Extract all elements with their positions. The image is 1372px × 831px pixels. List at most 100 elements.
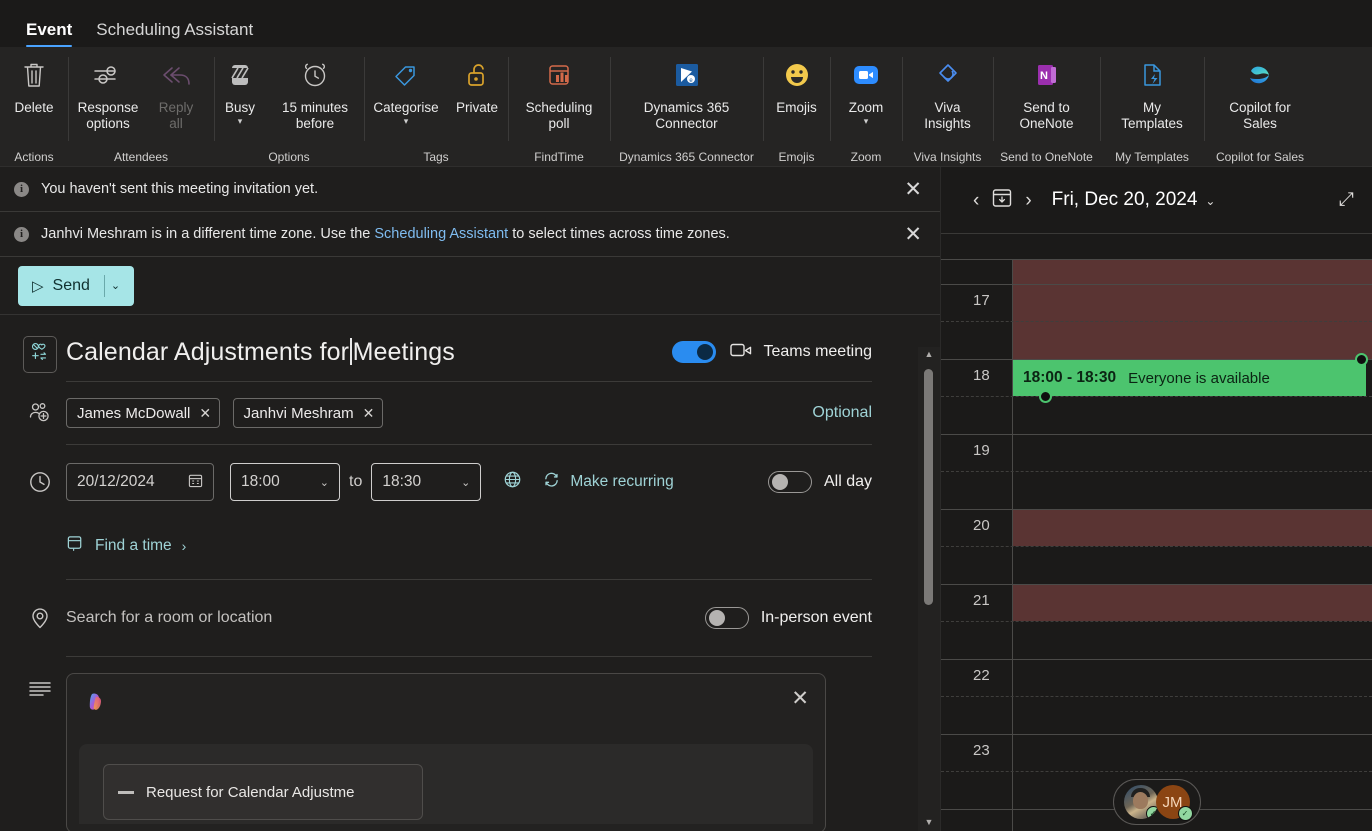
- half-hour-line: [941, 696, 1372, 697]
- hour-label: 17: [973, 292, 990, 309]
- group-label-options: Options: [268, 150, 310, 164]
- hour-label: 20: [973, 517, 990, 534]
- form-scrollbar[interactable]: ▲ ▼: [918, 347, 940, 831]
- busy-status-label: Busy: [224, 100, 255, 115]
- send-button[interactable]: ▷ Send ⌄: [18, 265, 135, 306]
- remove-attendee-icon[interactable]: ✕: [363, 405, 375, 422]
- avatar-photo-face: [1132, 792, 1148, 809]
- half-hour-line: [941, 771, 1372, 772]
- reply-all-icon: [159, 55, 193, 95]
- scheduling-poll-icon: [543, 55, 575, 95]
- end-time-field[interactable]: 18:30 ⌄: [371, 463, 482, 501]
- location-row: Search for a room or location In-person …: [0, 580, 918, 656]
- tab-scheduling-assistant[interactable]: Scheduling Assistant: [84, 21, 265, 47]
- scroll-down-arrow-icon[interactable]: ▼: [918, 817, 940, 827]
- scheduling-poll-button[interactable]: Scheduling poll: [508, 47, 610, 167]
- send-to-onenote-button[interactable]: N Send to OneNote: [993, 47, 1100, 167]
- start-time-field[interactable]: 18:00 ⌄: [230, 463, 340, 501]
- optional-attendees-button[interactable]: Optional: [812, 404, 872, 422]
- attendee-pill[interactable]: Janhvi Meshram ✕: [232, 398, 384, 428]
- event-type-icon[interactable]: [23, 335, 57, 373]
- attendee-availability-chip[interactable]: ✓ JM ✓: [1112, 779, 1201, 825]
- body-row: ✕ Request for Calendar Adjustme: [0, 673, 918, 831]
- tab-event[interactable]: Event: [14, 21, 84, 47]
- find-a-time-row: Find a time ›: [0, 519, 918, 573]
- expand-calendar-icon[interactable]: ⤢: [1339, 189, 1360, 211]
- remove-attendee-icon[interactable]: ✕: [199, 405, 211, 422]
- chevron-down-icon[interactable]: ⌄: [461, 476, 470, 489]
- group-label-tags: Tags: [423, 150, 449, 164]
- copilot-suggestion-chip[interactable]: Request for Calendar Adjustme: [103, 764, 423, 820]
- make-recurring-label: Make recurring: [570, 473, 674, 490]
- categorise-button[interactable]: Categorise ▾: [364, 47, 448, 167]
- clock-icon: [28, 470, 52, 499]
- all-day-toggle[interactable]: [767, 471, 812, 493]
- calendar-date-picker[interactable]: Fri, Dec 20, 2024 ⌄: [1052, 189, 1216, 211]
- resize-handle-top[interactable]: [1355, 353, 1368, 366]
- in-person-event-label: In-person event: [760, 609, 872, 626]
- response-options-button[interactable]: Response options: [68, 47, 148, 167]
- previous-day-button[interactable]: ‹: [965, 187, 987, 214]
- send-button-label: Send: [52, 276, 90, 294]
- reminder-button[interactable]: 15 minutes before: [266, 47, 364, 167]
- group-label-send-to-onenote: Send to OneNote: [1000, 150, 1093, 164]
- all-day-label: All day: [823, 473, 872, 490]
- teams-meeting-toggle[interactable]: [671, 341, 716, 363]
- zoom-button[interactable]: Zoom ▾: [830, 47, 902, 167]
- calendar-picker-icon[interactable]: [188, 473, 203, 492]
- timezone-globe-icon[interactable]: [503, 470, 522, 494]
- private-button[interactable]: Private: [448, 47, 506, 167]
- resize-handle-bottom[interactable]: [1039, 390, 1052, 403]
- private-label: Private: [455, 100, 499, 115]
- copilot-for-sales-button[interactable]: Copilot for Sales: [1204, 47, 1316, 167]
- scrollbar-thumb[interactable]: [924, 369, 933, 605]
- my-templates-label: My Templates: [1121, 100, 1183, 131]
- delete-button[interactable]: Delete: [0, 47, 68, 167]
- emojis-button[interactable]: Emojis: [763, 47, 830, 167]
- scheduling-assistant-link[interactable]: Scheduling Assistant: [374, 226, 508, 242]
- close-icon[interactable]: ✕: [898, 224, 928, 245]
- hour-line: [941, 734, 1372, 735]
- available-check-icon: ✓: [1177, 806, 1193, 821]
- in-person-event-toggle[interactable]: [704, 607, 749, 629]
- outlook-event-window: Event Scheduling Assistant Delete Action…: [0, 0, 1372, 831]
- notification-timezone: i Janhvi Meshram is in a different time …: [0, 212, 940, 257]
- chevron-down-icon[interactable]: ⌄: [111, 279, 130, 292]
- add-people-icon[interactable]: [28, 401, 52, 430]
- end-time-value: 18:30: [382, 473, 422, 490]
- calendar-allday-strip: [941, 233, 1372, 259]
- my-templates-button[interactable]: My Templates: [1100, 47, 1204, 167]
- ribbon-group-zoom: Zoom ▾ Zoom: [830, 47, 902, 167]
- close-icon[interactable]: ✕: [898, 179, 928, 200]
- location-input[interactable]: Search for a room or location: [66, 609, 272, 627]
- close-icon[interactable]: ✕: [791, 688, 809, 709]
- scheduling-poll-label: Scheduling poll: [525, 100, 593, 131]
- dynamics-365-connector-button[interactable]: e Dynamics 365 Connector: [610, 47, 763, 167]
- smiley-face-icon: [784, 55, 810, 95]
- avatar[interactable]: ✓: [1123, 785, 1158, 819]
- date-field[interactable]: 20/12/2024: [66, 463, 214, 501]
- copilot-icon: [1246, 55, 1274, 95]
- make-recurring-button[interactable]: Make recurring: [542, 471, 674, 493]
- busy-status-button[interactable]: Busy ▾: [214, 47, 266, 167]
- date-value: 20/12/2024: [77, 473, 155, 490]
- toggle-knob: [708, 610, 725, 626]
- avatar[interactable]: JM ✓: [1155, 785, 1193, 821]
- ribbon-tabstrip: Event Scheduling Assistant: [0, 0, 1372, 47]
- event-title-input[interactable]: Calendar Adjustments for Meetings: [66, 337, 455, 367]
- next-day-button[interactable]: ›: [1017, 187, 1039, 214]
- chevron-down-icon[interactable]: ⌄: [320, 476, 329, 489]
- scroll-up-arrow-icon[interactable]: ▲: [918, 349, 940, 359]
- today-calendar-icon[interactable]: [987, 183, 1017, 217]
- chevron-down-icon[interactable]: ⌄: [1205, 194, 1215, 208]
- viva-insights-button[interactable]: Viva Insights: [902, 47, 993, 167]
- group-label-emojis: Emojis: [778, 150, 815, 164]
- main-body: i You haven't sent this meeting invitati…: [0, 167, 1372, 831]
- attendee-pill[interactable]: James McDowall ✕: [66, 398, 221, 428]
- my-templates-icon: [1139, 55, 1165, 95]
- selected-time-block[interactable]: 18:00 - 18:30 Everyone is available: [1013, 353, 1368, 403]
- copilot-card: ✕ Request for Calendar Adjustme: [66, 673, 826, 831]
- delete-trash-icon: [19, 55, 49, 95]
- hour-line: [941, 284, 1372, 285]
- svg-text:N: N: [1040, 70, 1048, 82]
